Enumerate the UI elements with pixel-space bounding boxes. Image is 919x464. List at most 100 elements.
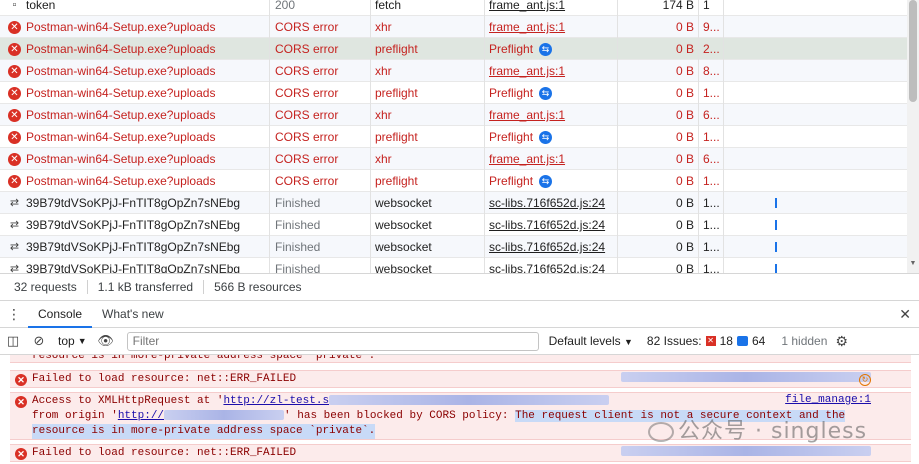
log-levels-dropdown[interactable]: Default levels ▼ [549,334,633,348]
initiator-cell: Preflight ⇆ [489,82,617,104]
console-message-list: resource is in more-private address spac… [0,355,919,464]
request-name-cell: ✕ Postman-win64-Setup.exe?uploads [8,38,268,60]
error-icon: ✕ [8,86,21,100]
status-cell: Finished [275,196,321,210]
column-divider [484,0,485,273]
table-row[interactable]: ⇄ 39B79tdVSoKPjJ-FnTIT8gOpZn7sNEbg Finishe… [0,214,907,236]
initiator-link[interactable]: Preflight [489,170,533,192]
waterfall-bar [775,220,777,230]
message-source-link[interactable]: file_manage:1 [785,394,871,406]
scroll-down-arrow-icon[interactable]: ▼ [909,260,917,267]
clear-console-icon[interactable]: ⊘ [26,333,52,349]
sidebar-toggle-icon[interactable]: ◫ [0,333,26,349]
initiator-link[interactable]: sc-libs.716f652d.js:24 [489,258,605,273]
initiator-link[interactable]: Preflight [489,82,533,104]
preflight-request-icon[interactable]: ⇆ [539,42,553,56]
status-cell: CORS error [275,108,339,122]
table-row[interactable]: ✕ Postman-win64-Setup.exe?uploads CORS err… [0,170,907,192]
time-cell: 1... [703,240,720,254]
network-request-icon[interactable]: ↻ [859,374,871,386]
initiator-cell: Preflight ⇆ [489,126,617,148]
fetch-icon: ▫ [12,0,17,11]
request-url-link[interactable]: http://zl-test.s [223,395,329,407]
error-icon: ✕ [8,108,21,122]
table-row[interactable]: ✕ Postman-win64-Setup.exe?uploads CORS err… [0,104,907,126]
initiator-link[interactable]: sc-libs.716f652d.js:24 [489,236,605,258]
message-source-link[interactable] [621,372,871,384]
initiator-link[interactable]: sc-libs.716f652d.js:24 [489,192,605,214]
live-expression-eye-icon[interactable]: 👁 [93,333,119,349]
initiator-cell: Preflight ⇆ [489,170,617,192]
request-name: Postman-win64-Setup.exe?uploads [26,152,216,166]
initiator-link[interactable]: frame_ant.js:1 [489,104,565,126]
size-cell: 0 B [675,174,694,188]
initiator-link[interactable]: frame_ant.js:1 [489,0,565,16]
request-name-cell: ✕ Postman-win64-Setup.exe?uploads [8,82,268,104]
type-cell: preflight [375,174,418,188]
preflight-request-icon[interactable]: ⇆ [539,130,553,144]
column-divider [617,0,618,273]
error-icon: ✕ [15,396,27,408]
initiator-link[interactable]: frame_ant.js:1 [489,148,565,170]
type-cell: websocket [375,240,432,254]
table-row[interactable]: ⇄ 39B79tdVSoKPjJ-FnTIT8gOpZn7sNEbg Finishe… [0,258,907,273]
error-issue-icon: ✕ [705,336,716,346]
initiator-link[interactable]: frame_ant.js:1 [489,16,565,38]
time-cell: 9... [703,20,720,34]
initiator-cell: frame_ant.js:1 [489,60,617,82]
type-cell: websocket [375,218,432,232]
tab-console[interactable]: Console [28,301,93,328]
error-issue-count: 18 [719,334,733,348]
info-issue-icon [736,336,748,346]
preflight-request-icon[interactable]: ⇆ [539,174,553,188]
type-cell: xhr [375,20,392,34]
table-row[interactable]: ✕ Postman-win64-Setup.exe?uploads CORS err… [0,126,907,148]
waterfall-bar [775,264,777,273]
request-name-cell: ⇄ 39B79tdVSoKPjJ-FnTIT8gOpZn7sNEbg [8,258,268,273]
message-text: Failed to load resource: net::ERR_FAILED [32,447,297,459]
error-icon: ✕ [8,42,21,56]
initiator-link[interactable]: Preflight [489,126,533,148]
table-row[interactable]: ✕ Postman-win64-Setup.exe?uploads CORS err… [0,60,907,82]
table-row[interactable]: ⇄ 39B79tdVSoKPjJ-FnTIT8gOpZn7sNEbg Finishe… [0,236,907,258]
status-cell: 200 [275,0,296,12]
table-row[interactable]: ✕ Postman-win64-Setup.exe?uploads CORS err… [0,16,907,38]
filter-input[interactable] [126,331,539,351]
console-settings-gear-icon[interactable]: ⚙ [835,333,848,350]
waterfall-bar [775,242,777,252]
initiator-cell: frame_ant.js:1 [489,104,617,126]
initiator-link[interactable]: Preflight [489,38,533,60]
table-scrollbar-thumb[interactable] [909,0,917,102]
size-cell: 0 B [675,240,694,254]
table-row[interactable]: ✕ Postman-win64-Setup.exe?uploads CORS err… [0,148,907,170]
initiator-cell: sc-libs.716f652d.js:24 [489,192,617,214]
request-name: 39B79tdVSoKPjJ-FnTIT8gOpZn7sNEbg [26,196,241,210]
more-options-icon[interactable]: ⋮ [0,306,28,323]
websocket-icon: ⇄ [9,241,20,253]
table-row[interactable]: ✕ Postman-win64-Setup.exe?uploads CORS err… [0,38,907,60]
status-cell: CORS error [275,86,339,100]
websocket-icon: ⇄ [9,219,20,231]
console-message-partial: resource is in more-private address spac… [10,355,911,363]
initiator-link[interactable]: sc-libs.716f652d.js:24 [489,214,605,236]
initiator-link[interactable]: frame_ant.js:1 [489,60,565,82]
tab-whats-new[interactable]: What's new [92,301,174,328]
table-row[interactable]: ⇄ 39B79tdVSoKPjJ-FnTIT8gOpZn7sNEbg Finishe… [0,192,907,214]
origin-link[interactable]: http:// [118,410,164,422]
console-toolbar: ◫ ⊘ top ▼ 👁 Default levels ▼ 82 Issues: … [0,328,919,355]
size-cell: 0 B [675,196,694,210]
message-source-link[interactable] [621,446,871,458]
table-row[interactable]: ▫ token 200 fetch frame_ant.js:1 174 B 1 [0,0,907,16]
size-cell: 0 B [675,108,694,122]
close-drawer-icon[interactable]: ✕ [899,306,911,323]
issues-counter[interactable]: 82 Issues: ✕ 18 64 [647,334,765,348]
resources-size: 566 B resources [214,280,302,294]
preflight-request-icon[interactable]: ⇆ [539,86,553,100]
size-cell: 0 B [675,86,694,100]
error-icon: ✕ [8,64,21,78]
size-cell: 0 B [675,42,694,56]
context-selector[interactable]: top ▼ [52,334,93,348]
table-row[interactable]: ✕ Postman-win64-Setup.exe?uploads CORS err… [0,82,907,104]
error-icon: ✕ [15,448,27,460]
time-cell: 1... [703,130,720,144]
